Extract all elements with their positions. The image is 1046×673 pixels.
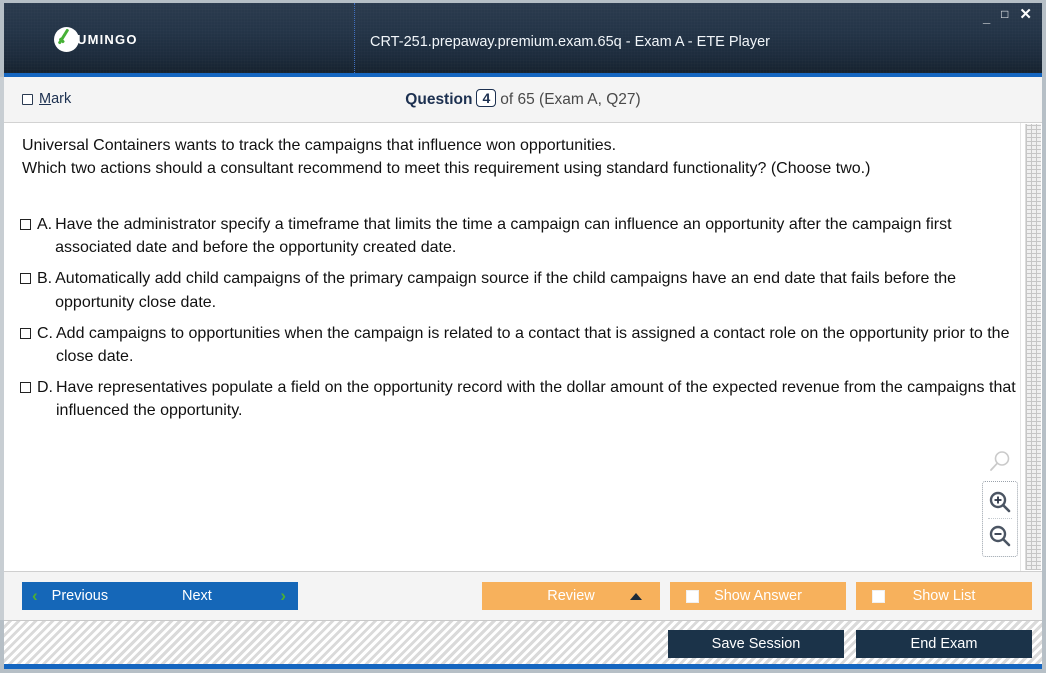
question-text: Universal Containers wants to track the … (22, 135, 1017, 180)
chevron-right-icon: › (280, 586, 286, 605)
minimize-icon[interactable]: _ (983, 11, 990, 24)
answer-checkbox-b[interactable] (20, 273, 31, 285)
maximize-icon[interactable]: □ (1001, 8, 1008, 21)
answer-text-d: Have representatives populate a field on… (56, 379, 1016, 420)
zoom-button-panel (982, 481, 1018, 557)
end-exam-button[interactable]: End Exam (856, 630, 1032, 658)
title-bar: UMINGO CRT-251.prepaway.premium.exam.65q… (4, 3, 1042, 73)
close-icon[interactable]: ✕ (1019, 7, 1032, 22)
window-title: CRT-251.prepaway.premium.exam.65q - Exam… (370, 34, 770, 50)
ete-player-window: UMINGO CRT-251.prepaway.premium.exam.65q… (0, 0, 1046, 673)
vumingo-logo: UMINGO (54, 27, 138, 52)
save-session-button[interactable]: Save Session (668, 630, 844, 658)
logo-wordmark: UMINGO (77, 32, 138, 47)
show-list-button-label: Show List (912, 588, 976, 604)
review-button[interactable]: Review (482, 582, 660, 610)
chevron-left-icon: ‹ (32, 586, 38, 605)
answer-letter-b: B. (37, 270, 53, 288)
window-controls: _ □ ✕ (983, 7, 1032, 24)
question-line-2: Which two actions should a consultant re… (22, 159, 871, 177)
question-number-box: 4 (476, 89, 497, 107)
zoom-controls (982, 449, 1018, 557)
answer-options-list: A. Have the administrator specify a time… (20, 213, 1020, 431)
zoom-separator (988, 518, 1012, 520)
answer-text-b: Automatically add child campaigns of the… (55, 270, 957, 311)
review-button-label: Review (547, 588, 595, 604)
next-button-label: Next (182, 588, 212, 604)
answer-option-a[interactable]: A. Have the administrator specify a time… (20, 213, 1020, 259)
content-right-edge (1020, 123, 1021, 571)
vertical-scrollbar[interactable] (1025, 124, 1041, 570)
question-header-bar: Mark Question 4 of 65 (Exam A, Q27) (4, 77, 1042, 123)
answer-checkbox-a[interactable] (20, 219, 31, 230)
question-body: Universal Containers wants to track the … (4, 123, 1042, 571)
answer-checkbox-d[interactable] (20, 382, 31, 394)
previous-button-label: Previous (51, 588, 109, 604)
answer-letter-d: D. (37, 379, 53, 397)
question-of-text: of 65 (Exam A, Q27) (500, 91, 641, 108)
navigation-bar: ‹ Previous Next › Review Show Answer Sho… (4, 571, 1042, 620)
check-badge-icon (54, 27, 79, 52)
zoom-in-button[interactable] (983, 487, 1017, 517)
answer-letter-a: A. (37, 216, 53, 233)
answer-text-c: Add campaigns to opportunities when the … (56, 324, 1010, 365)
end-exam-label: End Exam (910, 636, 978, 652)
question-line-1: Universal Containers wants to track the … (22, 137, 617, 154)
show-answer-button-label: Show Answer (714, 588, 802, 604)
zoom-out-button[interactable] (983, 521, 1017, 551)
answer-option-c[interactable]: C. Add campaigns to opportunities when t… (20, 322, 1020, 368)
save-session-label: Save Session (711, 636, 801, 652)
magnifier-icon (987, 449, 1013, 475)
question-word: Question (405, 91, 473, 108)
answer-checkbox-c[interactable] (20, 327, 31, 339)
answer-option-d[interactable]: D. Have representatives populate a field… (20, 376, 1020, 422)
show-list-button[interactable]: Show List (856, 582, 1032, 610)
show-answer-button[interactable]: Show Answer (670, 582, 846, 610)
logo-pane: UMINGO (4, 3, 355, 73)
show-list-indicator-icon (872, 589, 885, 603)
answer-text-a: Have the administrator specify a timefra… (55, 216, 952, 257)
caret-up-icon (630, 592, 642, 600)
previous-button[interactable]: ‹ Previous (22, 582, 152, 610)
question-counter: Question 4 of 65 (Exam A, Q27) (4, 89, 1042, 109)
footer-bar: Save Session End Exam (4, 620, 1042, 669)
answer-option-b[interactable]: B. Automatically add child campaigns of … (20, 267, 1020, 313)
next-button[interactable]: Next › (148, 582, 298, 610)
answer-letter-c: C. (37, 324, 53, 342)
show-answer-indicator-icon (686, 589, 699, 603)
